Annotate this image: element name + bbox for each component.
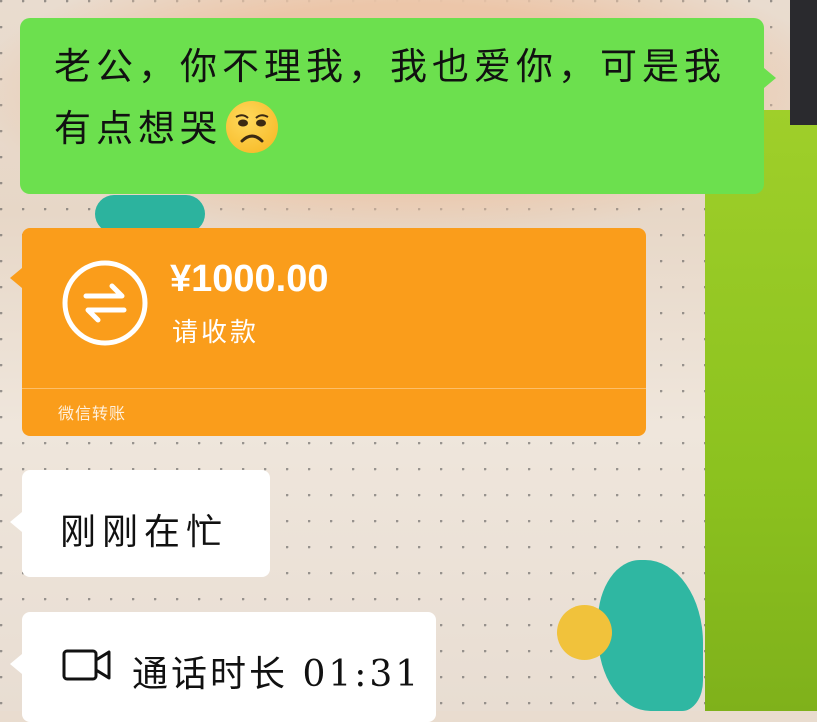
video-call-record-bubble[interactable]: 通话时长 01:31 <box>10 612 436 722</box>
sent-message-content: 老公，你不理我，我也爱你，可是我有点想哭 <box>54 45 726 150</box>
received-message-text: 刚刚在忙 <box>60 512 229 553</box>
call-duration-text: 通话时长 01:31 <box>132 654 422 695</box>
transfer-divider <box>22 388 646 389</box>
transfer-subtitle: 请收款 <box>172 318 260 348</box>
background-photo-edge <box>790 0 817 125</box>
background-photo-pattern-dot <box>557 605 612 660</box>
background-photo-blanket <box>705 110 817 711</box>
transfer-footer-label: 微信转账 <box>58 404 127 423</box>
transfer-arrows-icon <box>62 260 148 346</box>
background-photo-pattern <box>598 560 703 711</box>
frowning-face-emoji-icon <box>226 101 278 153</box>
received-message-bubble[interactable]: 刚刚在忙 <box>10 470 270 577</box>
wechat-transfer-card[interactable]: ¥1000.00 请收款 微信转账 <box>10 228 646 436</box>
sent-message-text: 老公，你不理我，我也爱你，可是我有点想哭 <box>54 36 744 160</box>
video-call-icon <box>62 649 111 681</box>
sent-message-bubble[interactable]: 老公，你不理我，我也爱你，可是我有点想哭 <box>20 18 776 194</box>
transfer-amount: ¥1000.00 <box>170 258 329 300</box>
